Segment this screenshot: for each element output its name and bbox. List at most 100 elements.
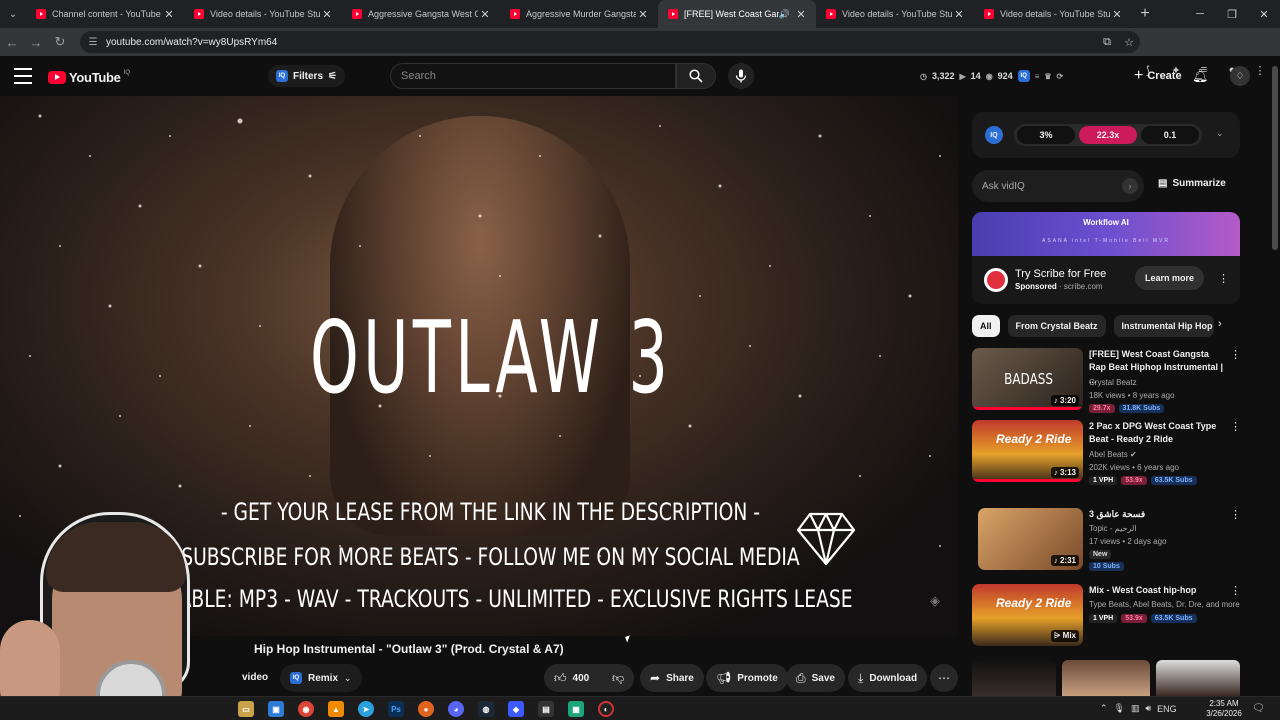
tab-search-chevron-icon[interactable]: ⌄ <box>0 0 26 28</box>
app-icon[interactable]: ● <box>418 701 434 717</box>
rec-channel[interactable]: Topic - الرحيم <box>1089 524 1137 533</box>
discord-icon[interactable]: ◕ <box>448 701 464 717</box>
account-avatar[interactable]: ♢ <box>1230 66 1250 86</box>
thumbnail[interactable]: Ready 2 Ride ♪ 3:13 <box>972 420 1083 482</box>
browser-tab[interactable]: Aggressive Gangsta West Coas✕ <box>342 0 500 28</box>
thumbnail[interactable]: BADASS ♪ 3:20 <box>972 348 1083 410</box>
new-tab-button[interactable]: + <box>1132 5 1158 23</box>
chip-from-channel[interactable]: From Crystal Beatz <box>1007 315 1106 337</box>
browser-tab[interactable]: Video details - YouTube Studio✕ <box>974 0 1132 28</box>
search-button[interactable] <box>676 63 716 89</box>
notifications-icon[interactable]: 🗨︎ <box>1252 703 1265 714</box>
rec-title[interactable]: 2 Pac x DPG West Coast Type Beat - Ready… <box>1089 420 1224 446</box>
rec-title[interactable]: Mix - West Coast hip-hop <box>1089 584 1224 597</box>
chip-instrumental[interactable]: Instrumental Hip Hop <box>1113 315 1214 337</box>
site-info-icon[interactable]: ☰ <box>86 35 100 49</box>
rec-channel[interactable]: Crystal Beatz <box>1089 378 1137 387</box>
telegram-icon[interactable]: ➤ <box>358 701 374 717</box>
browser-tab-active[interactable]: [FREE] West Coast Gangsta🔊 ✕ <box>658 0 816 28</box>
install-app-icon[interactable]: ⧉ <box>1096 36 1118 49</box>
app-icon[interactable]: ▦ <box>568 701 584 717</box>
forward-icon[interactable]: → <box>24 28 48 56</box>
close-tab-icon[interactable]: ✕ <box>794 8 808 21</box>
close-tab-icon[interactable]: ✕ <box>1110 8 1124 21</box>
address-input[interactable]: ☰ youtube.com/watch?v=wy8UpsRYm64 ⧉ ☆ <box>80 31 1140 53</box>
summarize-button[interactable]: ▤ Summarize <box>1158 178 1226 189</box>
browser-tab[interactable]: Video details - YouTube Studio✕ <box>816 0 974 28</box>
app-icon[interactable]: ▣ <box>268 701 284 717</box>
more-vert-icon[interactable]: ⋮ <box>1230 348 1241 361</box>
remix-button[interactable]: IQ Remix ⌄ <box>280 664 362 692</box>
dislike-button[interactable]: 👎︎ <box>604 664 634 692</box>
chevron-right-icon[interactable]: › <box>1218 318 1222 330</box>
thumbnail[interactable]: Ready 2 Ride ⩥ Mix <box>972 584 1083 646</box>
back-icon[interactable]: ← <box>0 28 24 56</box>
close-tab-icon[interactable]: ✕ <box>478 8 492 21</box>
recommendation-item[interactable]: ♪ 2:31 فسحة عاشق 3 Topic - الرحيم 17 vie… <box>972 508 1241 578</box>
rec-channel[interactable]: Abel Beats ✔ <box>1089 450 1137 459</box>
microphone-icon[interactable]: 🎙︎ <box>1114 703 1125 714</box>
close-tab-icon[interactable]: ✕ <box>162 8 176 21</box>
rec-title[interactable]: فسحة عاشق 3 <box>1089 508 1224 521</box>
create-button[interactable]: + Create <box>1124 64 1192 88</box>
vidiq-score-1[interactable]: 3% <box>1017 126 1075 144</box>
more-vert-icon[interactable]: ⋮ <box>1230 584 1241 597</box>
sync-icon[interactable]: ⟳ <box>1057 72 1064 81</box>
volume-icon[interactable]: 🔊︎ <box>1146 703 1152 714</box>
app-icon[interactable]: ▤ <box>538 701 554 717</box>
bookmark-star-icon[interactable]: ☆ <box>1118 36 1140 49</box>
vidiq-score-2[interactable]: 22.3x <box>1079 126 1137 144</box>
chrome-icon[interactable]: ◉ <box>298 701 314 717</box>
minimize-icon[interactable]: ─ <box>1184 0 1216 28</box>
recommendation-item[interactable]: Ready 2 Ride ⩥ Mix Mix - West Coast hip-… <box>972 584 1241 654</box>
reload-icon[interactable]: ↻ <box>48 28 72 56</box>
speaker-icon[interactable]: 🔊 <box>779 9 790 20</box>
notifications-bell-icon[interactable]: 🔔︎ <box>1192 68 1209 84</box>
vlc-icon[interactable]: ▲ <box>328 701 344 717</box>
filters-button[interactable]: IQ Filters ⚟ <box>268 65 345 87</box>
rec-channel[interactable]: Type Beats, Abel Beats, Dr. Dre, and mor… <box>1089 600 1240 609</box>
promote-button[interactable]: 📢︎ Promote <box>706 664 788 692</box>
thumbnail[interactable] <box>1062 660 1150 696</box>
save-button[interactable]: ⎙ Save <box>786 664 845 692</box>
app-icon[interactable]: ◆ <box>508 701 524 717</box>
download-button[interactable]: ⤓ Download <box>848 664 928 692</box>
more-vert-icon[interactable]: ⋮ <box>1230 508 1241 521</box>
close-window-icon[interactable]: ✕ <box>1248 0 1280 28</box>
more-actions-button[interactable]: ⋯ <box>930 664 958 692</box>
more-vert-icon[interactable]: ⋮ <box>1218 272 1229 285</box>
browser-tab[interactable]: Channel content - YouTube Stu✕ <box>26 0 184 28</box>
thumbnail[interactable] <box>972 660 1056 696</box>
search-input[interactable]: Search <box>390 63 676 89</box>
chevron-right-icon[interactable]: › <box>1122 178 1138 194</box>
sponsored-ad[interactable]: Workflow AI ASANA intel T-Mobile Bell MV… <box>972 212 1240 304</box>
close-tab-icon[interactable]: ✕ <box>320 8 334 21</box>
hamburger-menu-icon[interactable] <box>14 68 32 84</box>
restore-icon[interactable]: ❐ <box>1216 0 1248 28</box>
close-tab-icon[interactable]: ✕ <box>636 8 650 21</box>
obs-icon[interactable]: ◐ <box>598 701 614 717</box>
vidiq-icon[interactable]: IQ <box>1017 70 1030 82</box>
share-button[interactable]: ➦ Share <box>640 664 704 692</box>
ask-vidiq-input[interactable]: Ask vidIQ › <box>972 170 1144 202</box>
recommendation-item[interactable]: Ready 2 Ride ♪ 3:13 2 Pac x DPG West Coa… <box>972 420 1241 490</box>
learn-more-button[interactable]: Learn more <box>1135 266 1205 290</box>
browser-tab[interactable]: Video details - YouTube Studio✕ <box>184 0 342 28</box>
channel-watermark-icon[interactable]: ◈ <box>924 590 946 612</box>
vidiq-score-3[interactable]: 0.1 <box>1141 126 1199 144</box>
trophy-icon[interactable]: ♛ <box>1044 72 1051 81</box>
tray-chevron-icon[interactable]: ⌃ <box>1100 703 1108 714</box>
thumbnail[interactable]: ♪ 2:31 <box>978 508 1083 570</box>
list-icon[interactable]: ≡ <box>1035 72 1040 81</box>
voice-search-button[interactable] <box>728 63 754 89</box>
taskbar-clock[interactable]: 2:35 AM 3/26/2026 <box>1204 699 1244 719</box>
thumbnail[interactable] <box>1156 660 1240 696</box>
network-icon[interactable]: ▥ <box>1131 703 1140 714</box>
like-button[interactable]: 👍︎ 400 <box>544 664 604 692</box>
steam-icon[interactable]: ◍ <box>478 701 494 717</box>
page-scrollbar[interactable] <box>1272 66 1278 250</box>
youtube-logo[interactable]: YouTube IQ <box>48 70 130 85</box>
file-explorer-icon[interactable]: ▭ <box>238 701 254 717</box>
recommendation-item[interactable]: BADASS ♪ 3:20 [FREE] West Coast Gangsta … <box>972 348 1241 418</box>
language-indicator[interactable]: ENG <box>1157 704 1177 714</box>
